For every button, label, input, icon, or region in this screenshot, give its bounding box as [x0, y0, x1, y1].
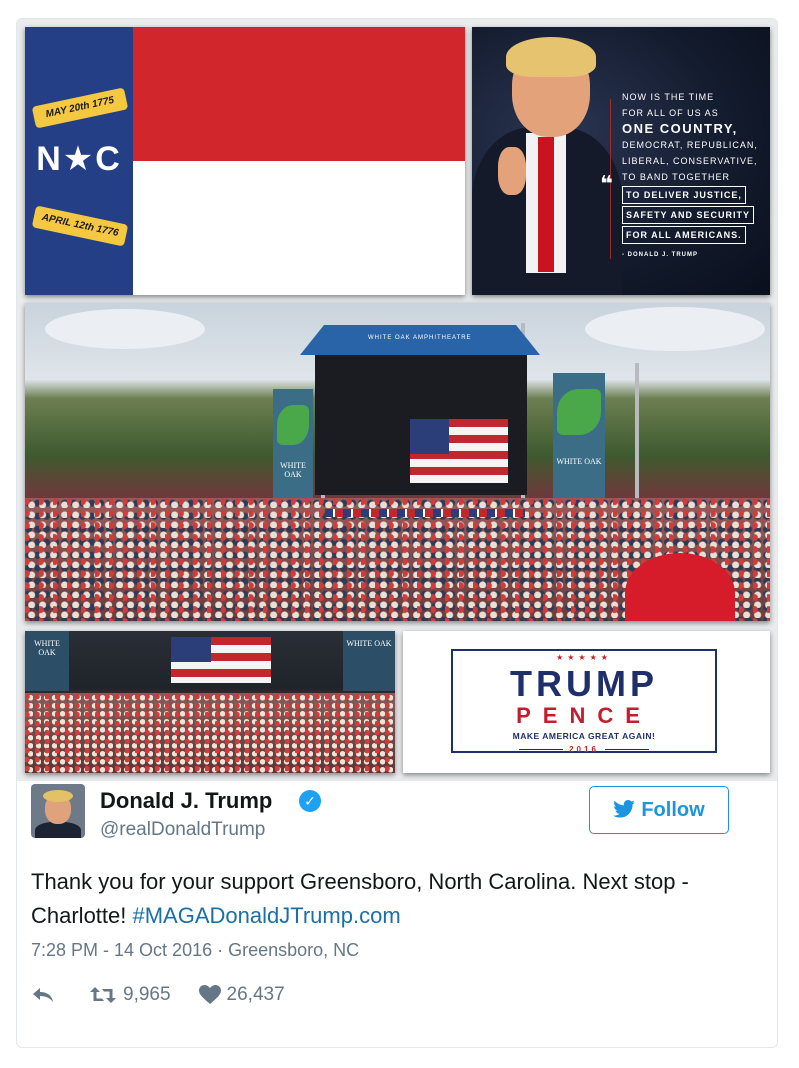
meta-separator: · [212, 940, 229, 960]
rally-crowd-photo[interactable]: WHITE OAK AMPHITHEATRE WHITE OAK WHITE O… [25, 303, 770, 621]
tweet-text: Thank you for your support Greensboro, N… [31, 865, 731, 933]
quote-image[interactable]: ❝ NOW IS THE TIME FOR ALL OF US AS ONE C… [472, 27, 770, 295]
avatar[interactable] [31, 784, 85, 838]
american-flag [171, 637, 271, 683]
banner-label: WHITE OAK [556, 457, 602, 466]
stage-sign: WHITE OAK AMPHITHEATRE [368, 335, 472, 341]
stage-bunting [325, 509, 525, 517]
hashtag-link[interactable]: #MAGADonaldJTrump.com [133, 903, 401, 928]
cloud [585, 307, 765, 351]
quote-line: DEMOCRAT, REPUBLICAN, [622, 140, 758, 150]
author-handle[interactable]: @realDonaldTrump [100, 819, 265, 841]
leaf-logo-icon [557, 389, 601, 435]
crowd [25, 693, 395, 773]
retweet-count: 9,965 [123, 984, 171, 1005]
banner-right: WHITE OAK [343, 631, 395, 691]
retweet-icon [90, 987, 116, 1003]
quote-mark-icon: ❝ [600, 171, 613, 196]
banner-left: WHITE OAK [25, 631, 69, 691]
tweet-meta: 7:28 PM - 14 Oct 2016 · Greensboro, NC [31, 940, 359, 961]
speaker-hair [506, 37, 596, 77]
twitter-bird-icon [613, 800, 636, 818]
verified-badge-icon: ✓ [299, 790, 321, 812]
follow-label: Follow [641, 799, 705, 821]
north-carolina-flag-image[interactable]: MAY 20th 1775 N★C APRIL 12th 1776 [25, 27, 465, 295]
flag-white-bar [133, 161, 465, 295]
quote-line: SAFETY AND SECURITY [622, 206, 755, 224]
follow-button[interactable]: Follow [589, 786, 729, 834]
banner-left: WHITE OAK [273, 389, 313, 509]
american-flag [410, 419, 508, 483]
logo-pence: PENCE [516, 703, 652, 728]
retweet-button[interactable]: 9,965 [89, 984, 171, 1006]
quote-line: TO BAND TOGETHER [622, 172, 731, 182]
banner-label: WHITE OAK [34, 639, 60, 657]
banner-label: WHITE OAK [346, 639, 392, 648]
cloud [45, 309, 205, 349]
flag-canton [171, 637, 211, 662]
heart-icon [198, 985, 221, 1004]
flag-letters: N★C [36, 140, 122, 178]
reply-button[interactable] [31, 986, 61, 1004]
logo-trump: TRUMP [510, 663, 658, 704]
logo-year: 2016 [453, 745, 715, 754]
banner-right: WHITE OAK [553, 373, 605, 503]
flag-canton [410, 419, 450, 454]
author-name[interactable]: Donald J. Trump [100, 788, 272, 814]
logo-slogan: MAKE AMERICA GREAT AGAIN! [512, 731, 656, 741]
speaker-tie [538, 137, 554, 272]
reply-icon [33, 988, 53, 1002]
stage-roof: WHITE OAK AMPHITHEATRE [300, 325, 540, 355]
stage-truss [635, 363, 639, 503]
quote-line: FOR ALL AMERICANS. [622, 226, 746, 244]
quote-line: FOR ALL OF US AS [622, 108, 719, 118]
logo-stars: ★★★★★ [556, 653, 612, 662]
quote-line: ONE COUNTRY, [622, 121, 738, 136]
quote-text: NOW IS THE TIME FOR ALL OF US AS ONE COU… [622, 89, 770, 263]
tweet-timestamp[interactable]: 7:28 PM - 14 Oct 2016 [31, 940, 212, 960]
avatar-suit [35, 822, 81, 838]
speaker-hand [498, 147, 526, 195]
banner-label: WHITE OAK [280, 461, 306, 479]
quote-signature: - DONALD J. TRUMP [622, 252, 698, 258]
trump-pence-logo-image[interactable]: ★★★★★ TRUMP PENCE MAKE AMERICA GREAT AGA… [403, 631, 770, 773]
like-button[interactable]: 26,437 [198, 984, 285, 1006]
rally-stage-photo[interactable]: WHITE OAK WHITE OAK [25, 631, 395, 773]
like-count: 26,437 [226, 984, 285, 1005]
quote-line: NOW IS THE TIME [622, 92, 715, 102]
quote-line: LIBERAL, CONSERVATIVE, [622, 156, 758, 166]
leaf-logo-icon [277, 405, 309, 445]
flag-red-bar [133, 27, 465, 161]
tweet-media-collage[interactable]: MAY 20th 1775 N★C APRIL 12th 1776 ❝ NOW … [17, 19, 777, 781]
avatar-hair [43, 790, 73, 802]
quote-line: TO DELIVER JUSTICE, [622, 186, 746, 204]
tweet-location[interactable]: Greensboro, NC [228, 940, 359, 960]
tweet-actions: 9,965 26,437 [31, 982, 313, 1008]
logo-frame: ★★★★★ TRUMP PENCE MAKE AMERICA GREAT AGA… [451, 649, 717, 754]
